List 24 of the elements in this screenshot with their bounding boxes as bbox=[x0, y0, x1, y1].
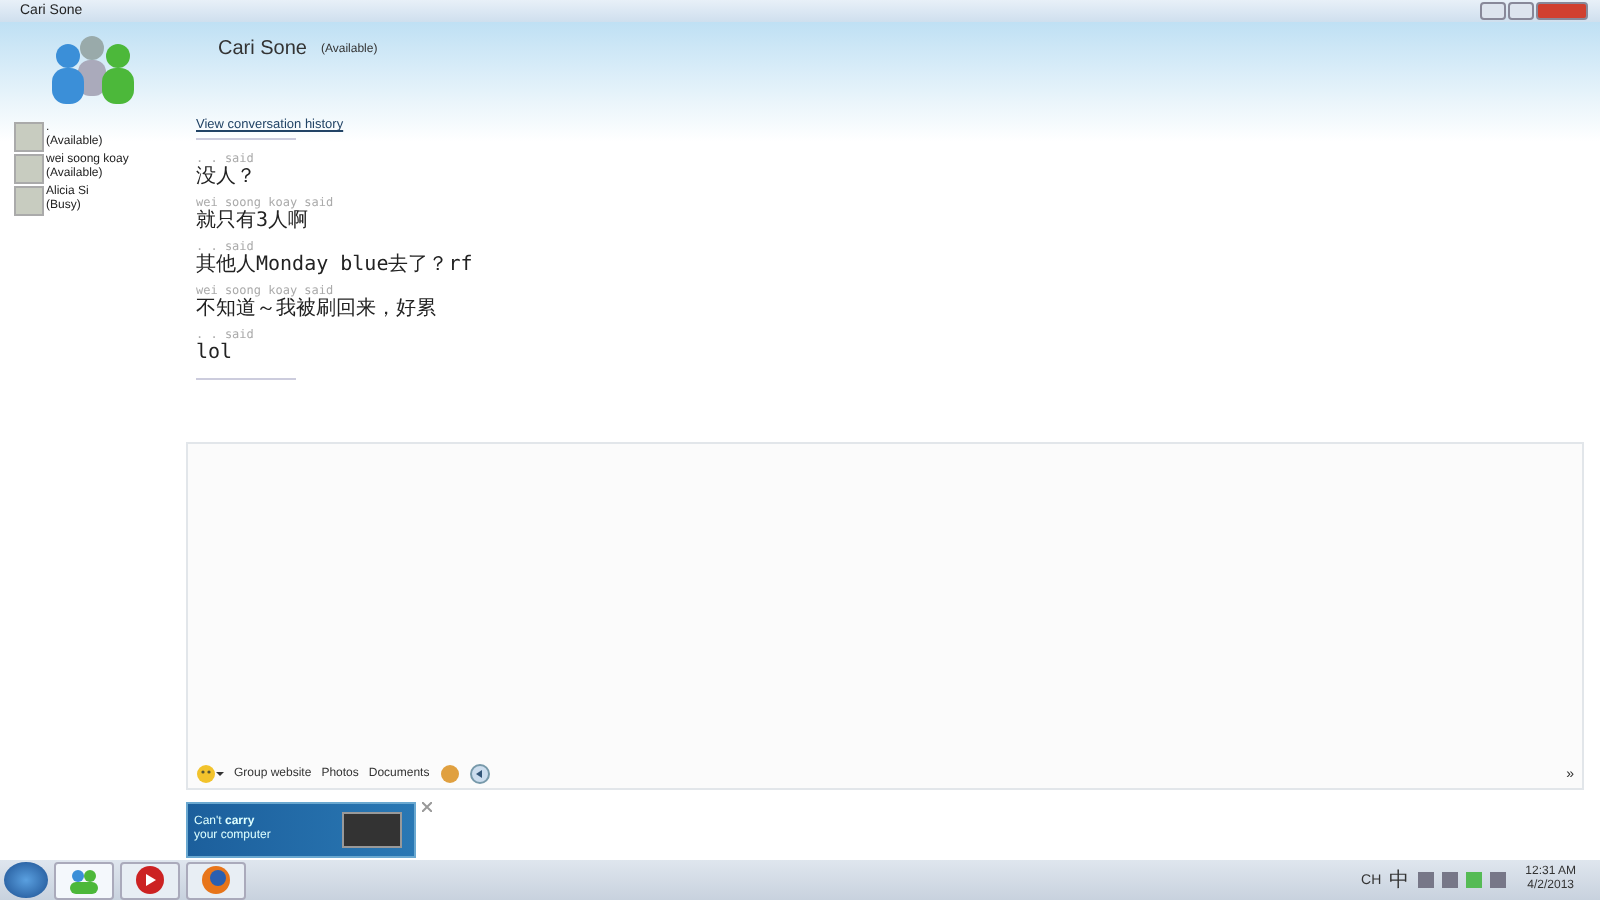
ime-indicator[interactable]: 中 bbox=[1389, 866, 1410, 894]
avatar-placeholder bbox=[14, 186, 44, 216]
avatar-placeholder bbox=[14, 154, 44, 184]
contact-name: Cari Sone bbox=[218, 38, 307, 60]
people-icon bbox=[68, 866, 100, 894]
minimize-button[interactable] bbox=[1480, 2, 1506, 20]
message-text: 不知道～我被刷回来，好累 bbox=[196, 298, 438, 320]
browser-icon bbox=[202, 866, 230, 894]
close-icon[interactable] bbox=[422, 802, 432, 812]
taskbar-button[interactable] bbox=[120, 861, 180, 899]
close-button[interactable] bbox=[1536, 2, 1588, 20]
start-button[interactable] bbox=[4, 862, 48, 898]
sound-icon[interactable] bbox=[469, 764, 490, 784]
message-text: 就只有3人啊 bbox=[196, 210, 311, 232]
play-icon bbox=[136, 866, 164, 894]
message-text: lol bbox=[196, 342, 235, 364]
smiley-icon[interactable] bbox=[196, 764, 224, 784]
maximize-button[interactable] bbox=[1508, 2, 1534, 20]
taskbar-button[interactable] bbox=[186, 861, 246, 899]
taskbar-button[interactable] bbox=[54, 861, 114, 899]
laptop-icon bbox=[342, 812, 402, 848]
message-text: 其他人Monday blue去了？rf bbox=[196, 254, 475, 276]
message-text: 没人？ bbox=[196, 166, 258, 188]
avatar-placeholder bbox=[14, 122, 44, 152]
